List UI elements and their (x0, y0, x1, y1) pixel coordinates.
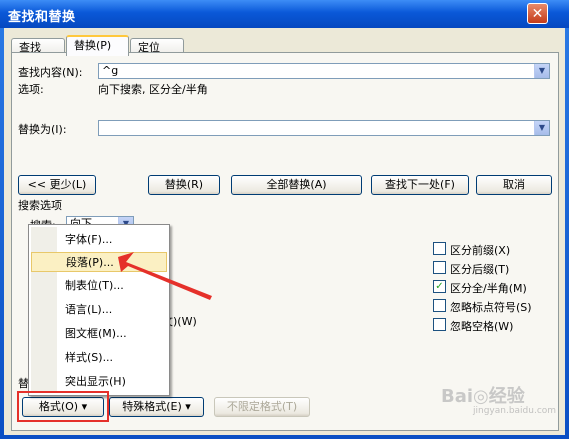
baidu-watermark: Bai◎经验 jingyan.baidu.com (441, 382, 561, 422)
watermark-sub: jingyan.baidu.com (473, 406, 557, 416)
watermark-brand: Bai◎经验 (441, 386, 525, 407)
annotation-arrow-icon (118, 252, 212, 300)
